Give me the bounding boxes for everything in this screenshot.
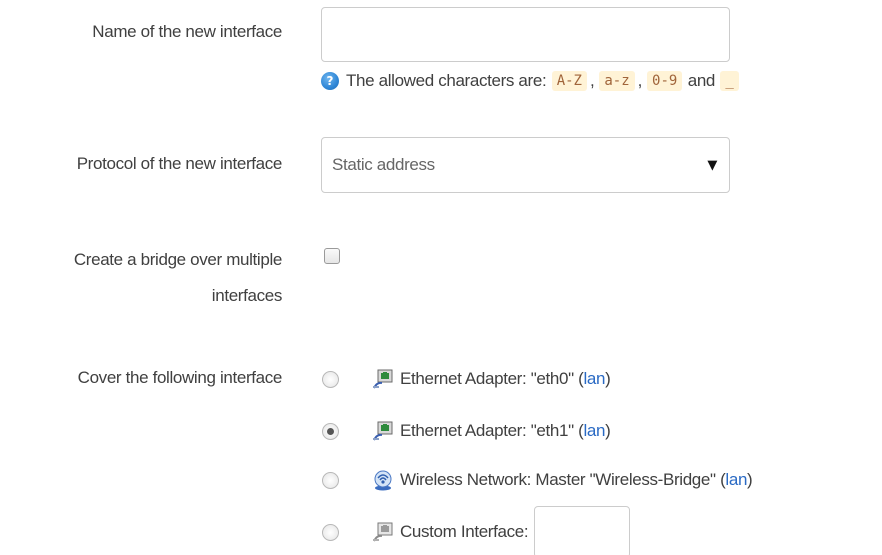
cover-radio-wireless[interactable] (322, 471, 339, 489)
ethernet-port-icon (373, 369, 393, 389)
network-link-lan[interactable]: lan (583, 369, 605, 389)
paren-close: ) (605, 421, 611, 440)
cover-radio-eth0[interactable] (322, 370, 339, 388)
cover-radio-eth1[interactable] (322, 422, 339, 440)
bridge-label-line1: Create a bridge over multiple (73, 250, 282, 269)
cover-option-eth1: Ethernet Adapter: "eth1" (lan) (322, 417, 611, 445)
bridge-label-line2: interfaces (211, 286, 283, 305)
protocol-select[interactable]: Static address ▼ (321, 137, 730, 193)
dropdown-arrow-icon: ▼ (707, 157, 717, 173)
allowed-chars-lowercase: a-z (599, 71, 635, 91)
name-hint: ? The allowed characters are: A-Z, a-z, 0-… (321, 66, 740, 96)
cover-option-custom: Custom Interface: (322, 506, 631, 555)
interface-name-input[interactable] (321, 7, 730, 62)
cover-option-wireless: Wireless Network: Master "Wireless-Bridg… (322, 466, 753, 494)
help-icon: ? (321, 72, 339, 90)
wireless-network-icon (374, 470, 392, 491)
allowed-chars-uppercase: A-Z (551, 71, 587, 91)
bridge-label: Create a bridge over multiple interfaces (74, 242, 282, 314)
bridge-checkbox[interactable] (324, 248, 340, 264)
ethernet-port-icon (373, 522, 393, 542)
cover-option-eth1-text: Ethernet Adapter: "eth1" (400, 421, 574, 440)
hint-separator: , (637, 71, 643, 90)
hint-and: and (687, 71, 716, 90)
ethernet-port-icon (373, 421, 393, 441)
cover-option-eth0-text: Ethernet Adapter: "eth0" (400, 369, 574, 388)
cover-option-eth0: Ethernet Adapter: "eth0" (lan) (322, 365, 611, 393)
cover-radio-custom[interactable] (322, 523, 339, 541)
paren-close: ) (747, 470, 753, 489)
protocol-label: Protocol of the new interface (76, 154, 283, 173)
cover-option-wireless-text: Wireless Network: Master "Wireless-Bridg… (400, 470, 716, 489)
network-link-lan[interactable]: lan (725, 470, 747, 490)
paren-close: ) (605, 369, 611, 388)
name-label: Name of the new interface (92, 22, 282, 41)
allowed-chars-underscore: _ (720, 71, 739, 91)
cover-label: Cover the following interface (77, 368, 283, 387)
allowed-chars-digits: 0-9 (647, 71, 683, 91)
hint-prefix: The allowed characters are: (346, 71, 547, 90)
hint-separator: , (590, 71, 595, 90)
cover-option-custom-text: Custom Interface: (400, 522, 529, 541)
network-link-lan[interactable]: lan (583, 421, 605, 441)
protocol-selected-value: Static address (332, 155, 435, 174)
custom-interface-input[interactable] (534, 506, 631, 555)
